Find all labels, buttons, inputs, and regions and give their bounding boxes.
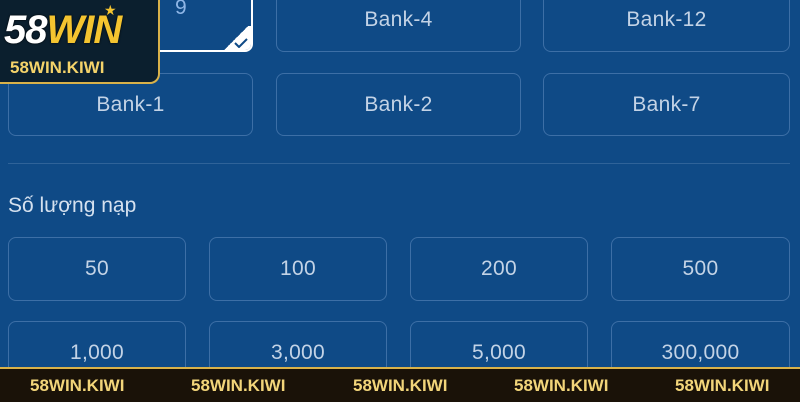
amount-option-50[interactable]: 50 [8,237,186,301]
amount-option-500[interactable]: 500 [611,237,790,301]
watermark-text: 58WIN.KIWI [675,376,770,395]
logo-subtitle: 58WIN.KIWI [10,58,105,77]
watermark-strip: 58WIN.KIWI 58WIN.KIWI 58WIN.KIWI 58WIN.K… [0,367,800,402]
watermark-text: 58WIN.KIWI [353,376,448,395]
amount-option-100[interactable]: 100 [209,237,387,301]
amount-option-200[interactable]: 200 [410,237,588,301]
bank-option-bank-4[interactable]: Bank-4 [276,0,521,52]
section-divider [8,163,790,164]
bank-option-bank-12[interactable]: Bank-12 [543,0,790,52]
bank-option-bank-7[interactable]: Bank-7 [543,73,790,136]
amount-section-label: Số lượng nạp [8,194,137,217]
selected-check-icon [221,26,251,50]
watermark-text: 58WIN.KIWI [30,376,125,395]
bank-option-bank-2[interactable]: Bank-2 [276,73,521,136]
bank-option-selected-label: 9 [175,0,187,19]
logo-wordmark: 58WIN [4,8,122,52]
brand-logo: ★ 58WIN 58WIN.KIWI [0,0,160,84]
watermark-text: 58WIN.KIWI [191,376,286,395]
watermark-text: 58WIN.KIWI [514,376,609,395]
